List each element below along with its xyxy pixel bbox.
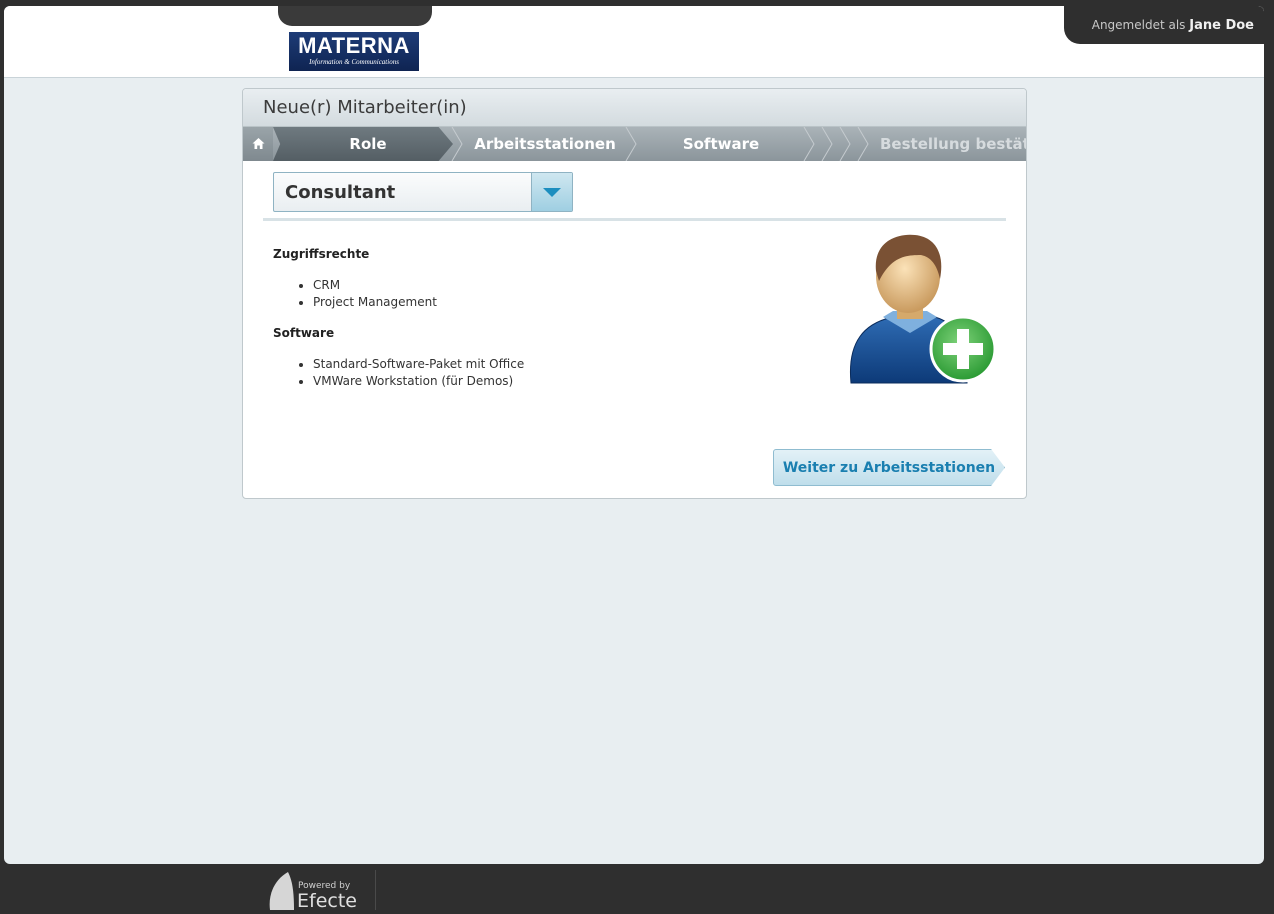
- footer-brand: Efecte: [297, 890, 357, 912]
- materna-logo: MATERNA Information & Communications: [289, 32, 419, 71]
- user-bar: Angemeldet als Jane Doe: [1064, 6, 1264, 44]
- list-item: CRM: [313, 277, 437, 294]
- home-icon: [252, 138, 265, 149]
- divider: [263, 218, 1006, 221]
- software-list: Standard-Software-Paket mit Office VMWar…: [273, 356, 524, 390]
- step-software[interactable]: Software: [639, 127, 803, 161]
- panel-title: Neue(r) Mitarbeiter(in): [243, 89, 1026, 127]
- new-employee-panel: Neue(r) Mitarbeiter(in) Role Arbeitsstat…: [242, 88, 1027, 499]
- step-role-label: Role: [349, 135, 387, 153]
- step-separator-icon: [451, 127, 463, 161]
- access-rights-heading: Zugriffsrechte: [273, 247, 370, 261]
- list-item: Project Management: [313, 294, 437, 311]
- header-tab-decoration: [278, 6, 432, 26]
- list-item: Standard-Software-Paket mit Office: [313, 356, 524, 373]
- logo-sub-text: Information & Communications: [309, 58, 399, 66]
- list-item: VMWare Workstation (für Demos): [313, 373, 524, 390]
- user-name[interactable]: Jane Doe: [1189, 18, 1254, 33]
- step-role[interactable]: Role: [273, 127, 453, 161]
- logo-main-text: MATERNA: [298, 33, 410, 58]
- access-rights-list: CRM Project Management: [273, 277, 437, 311]
- role-select[interactable]: Consultant: [273, 172, 573, 212]
- next-to-workstations-button[interactable]: Weiter zu Arbeitsstationen: [773, 449, 1005, 486]
- chevron-down-icon[interactable]: [531, 173, 572, 211]
- app-frame: MATERNA Information & Communications Ang…: [4, 6, 1264, 864]
- header: MATERNA Information & Communications Ang…: [4, 6, 1264, 78]
- step-bestellung: Bestellung bestätige: [880, 135, 1026, 153]
- add-user-icon: [849, 234, 997, 384]
- role-select-value: Consultant: [285, 182, 396, 203]
- step-separator-icon: [625, 127, 637, 161]
- home-step[interactable]: [243, 127, 273, 161]
- step-arbeitsstationen[interactable]: Arbeitsstationen: [465, 127, 625, 161]
- wizard-steps: Role Arbeitsstationen Software Bestellun…: [243, 127, 1026, 161]
- step-separator-icon: [857, 127, 869, 161]
- footer-divider: [375, 870, 376, 910]
- login-status: Angemeldet als Jane Doe: [1092, 18, 1254, 33]
- software-heading: Software: [273, 326, 335, 340]
- step-separator-icon: [821, 127, 833, 161]
- logged-in-label: Angemeldet als: [1091, 18, 1186, 32]
- step-separator-icon: [839, 127, 851, 161]
- step-separator-icon: [803, 127, 815, 161]
